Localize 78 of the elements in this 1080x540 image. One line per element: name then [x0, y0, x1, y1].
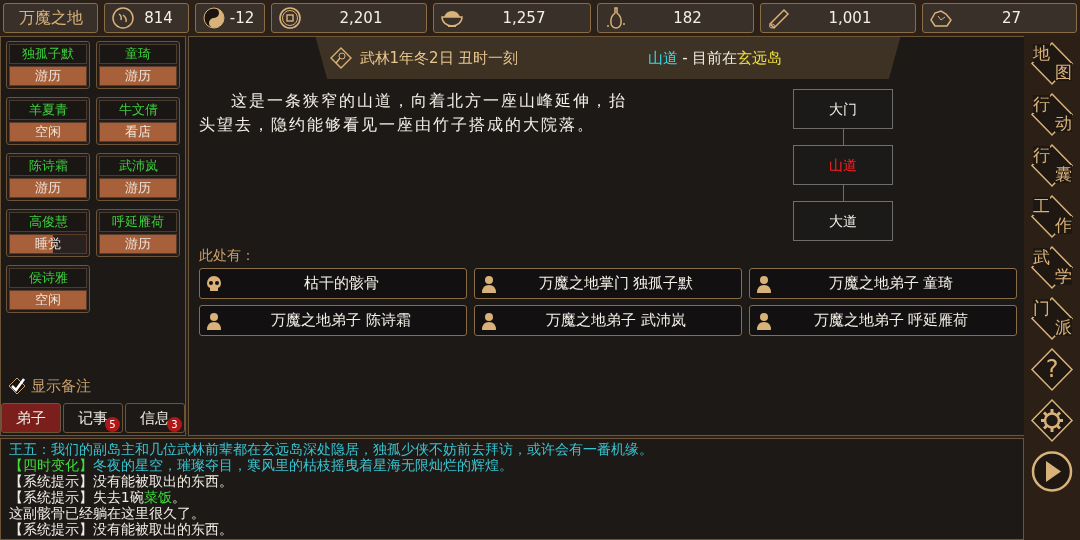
log-line: 【系统提示】没有能被取出的东西。	[9, 521, 234, 537]
disciple-name: 独孤子默	[9, 44, 87, 64]
disciple-card[interactable]: 呼延雁荷 游历	[96, 209, 180, 257]
log-line: 【系统提示】失去1碗菜饭。	[9, 489, 187, 505]
disciple-name: 武沛岚	[99, 156, 177, 176]
skull-icon	[206, 274, 222, 293]
log-line: 王五：我们的副岛主和几位武林前辈都在玄远岛深处隐居，独孤少侠不妨前去拜访，或许会有一番机缘。	[9, 441, 654, 457]
disciple-card[interactable]: 独孤子默 游历	[6, 41, 90, 89]
disciple-card[interactable]: 侯诗雅 空闲	[6, 265, 90, 313]
settings-button[interactable]	[1029, 397, 1075, 444]
person-icon	[756, 311, 772, 330]
entity-button[interactable]: 枯干的骸骨	[199, 268, 467, 299]
gourd-icon	[604, 6, 628, 30]
map-node[interactable]: 大门	[793, 89, 893, 129]
status-text: 游历	[124, 179, 152, 197]
log-line: 这副骸骨已经躺在这里很久了。	[9, 505, 206, 521]
person-icon	[481, 311, 497, 330]
disciple-card[interactable]: 羊夏青 空闲	[6, 97, 90, 145]
status-text: 游历	[34, 67, 62, 85]
compass-icon	[329, 47, 352, 69]
menu-button[interactable]: 地图	[1029, 40, 1075, 87]
disciple-card[interactable]: 陈诗霜 游历	[6, 153, 90, 201]
resource-value: 2,201	[338, 7, 384, 29]
location-text: 山道 - 目前在玄远岛	[647, 47, 783, 69]
location-description: 这是一条狭窄的山道，向着北方一座山峰延伸，抬头望去，隐约能够看见一座由竹子搭成的大院落。	[199, 90, 628, 136]
entity-button[interactable]: 万魔之地弟子 童琦	[749, 268, 1017, 299]
disciple-name: 高俊慧	[9, 212, 87, 232]
person-icon	[481, 274, 497, 293]
menu-button[interactable]: 门派	[1029, 295, 1075, 342]
menu-button[interactable]: 行动	[1029, 91, 1075, 138]
status-text: 空闲	[34, 123, 62, 141]
entity-button[interactable]: 万魔之地弟子 呼延雁荷	[749, 305, 1017, 336]
map-node[interactable]: 山道	[793, 145, 893, 185]
status-text: 游历	[124, 67, 152, 85]
person-icon	[756, 274, 772, 293]
status-text: 空闲	[34, 291, 62, 309]
disciple-name: 侯诗雅	[9, 268, 87, 288]
tab[interactable]: 弟子	[1, 403, 61, 433]
reputation-seal-icon	[111, 6, 135, 30]
disciple-card[interactable]: 牛文倩 看店	[96, 97, 180, 145]
date-time-text: 武林1年冬2日 丑时一刻	[359, 47, 520, 69]
disciple-card[interactable]: 童琦 游历	[96, 41, 180, 89]
menu-button[interactable]: 行囊	[1029, 142, 1075, 189]
coin-icon	[278, 6, 302, 30]
disciple-name: 陈诗霜	[9, 156, 87, 176]
resource-value: 1,257	[501, 7, 547, 29]
disciple-name: 呼延雁荷	[99, 212, 177, 232]
entity-button[interactable]: 万魔之地掌门 独孤子默	[474, 268, 742, 299]
resource-value: -12	[228, 7, 256, 29]
status-text: 游历	[34, 179, 62, 197]
disciple-name: 童琦	[99, 44, 177, 64]
checkbox[interactable]	[7, 375, 27, 396]
disciple-name: 羊夏青	[9, 100, 87, 120]
resource-value: 1,001	[827, 7, 873, 29]
sect-name-label: 万魔之地	[3, 3, 98, 33]
map-node[interactable]: 大道	[793, 201, 893, 241]
menu-button[interactable]: ?	[1029, 346, 1075, 393]
disciple-card[interactable]: 武沛岚 游历	[96, 153, 180, 201]
status-text: 看店	[124, 123, 152, 141]
count-badge: 5	[105, 417, 120, 432]
count-badge: 3	[167, 417, 182, 432]
resource-value: 182	[672, 7, 703, 29]
status-text: 游历	[124, 235, 152, 253]
section-label: 此处有：	[199, 246, 256, 265]
person-icon	[206, 311, 222, 330]
log-icon	[767, 6, 791, 30]
resource-value: 814	[143, 7, 174, 29]
menu-button[interactable]: 工作	[1029, 193, 1075, 240]
menu-button[interactable]: 武学	[1029, 244, 1075, 291]
disciple-name: 牛文倩	[99, 100, 177, 120]
play-button[interactable]	[1029, 448, 1075, 495]
entity-button[interactable]: 万魔之地弟子 武沛岚	[474, 305, 742, 336]
resource-value: 27	[1000, 7, 1023, 29]
checkbox-label: 显示备注	[31, 375, 91, 397]
yin-yang-icon	[202, 6, 226, 30]
log-line: 【系统提示】没有能被取出的东西。	[9, 473, 234, 489]
entity-button[interactable]: 万魔之地弟子 陈诗霜	[199, 305, 467, 336]
log-line: 【四时变化】冬夜的星空，璀璨夺目，寒风里的枯枝摇曳着星海无限灿烂的辉煌。	[9, 457, 514, 473]
